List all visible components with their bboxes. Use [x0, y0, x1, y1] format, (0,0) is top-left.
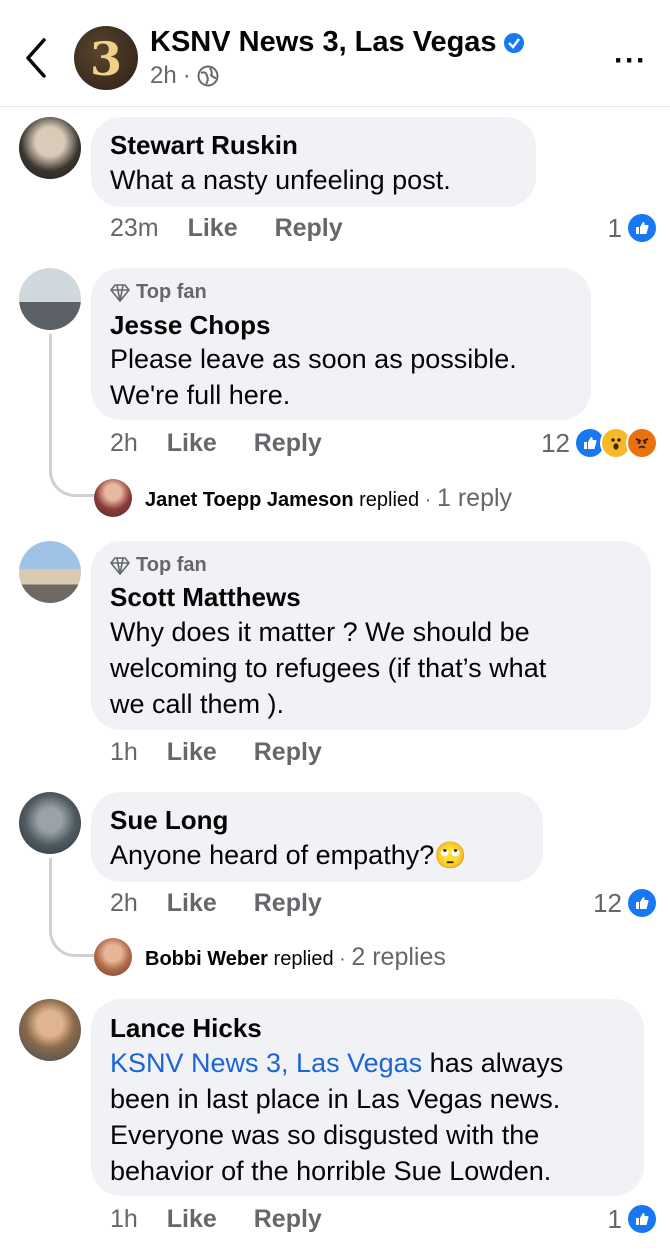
like-button[interactable]: Like — [167, 429, 217, 457]
comment-text: Please leave as soon as possible. — [110, 344, 517, 374]
reaction-summary[interactable]: 1 — [608, 1203, 658, 1235]
reply-button[interactable]: Reply — [254, 429, 322, 457]
comment-text: What a nasty unfeeling post. — [110, 165, 451, 195]
reaction-summary[interactable]: 1 — [608, 212, 658, 244]
meta-separator: · — [182, 62, 191, 89]
comment-time: 1h — [110, 738, 138, 766]
reaction-summary[interactable]: 12 — [541, 427, 658, 459]
reply-button[interactable]: Reply — [275, 214, 343, 242]
like-icon — [626, 887, 658, 919]
avatar[interactable] — [19, 117, 81, 179]
replies-separator: · — [339, 948, 346, 970]
comment-time: 2h — [110, 429, 138, 457]
reaction-count: 12 — [541, 427, 570, 458]
reply-author: Bobbi Weber — [145, 948, 268, 970]
top-fan-badge: Top fan — [110, 554, 207, 577]
more-options-button[interactable]: ··· — [614, 44, 647, 78]
eye-roll-emoji: 🙄 — [434, 840, 467, 870]
comment-text: we call them ). — [110, 689, 285, 719]
comment-time: 1h — [110, 1205, 138, 1233]
diamond-icon — [110, 556, 130, 575]
reply-button[interactable]: Reply — [254, 889, 322, 917]
avatar[interactable] — [19, 541, 81, 603]
comment-actions: 23m Like Reply — [110, 214, 343, 243]
diamond-icon — [110, 283, 130, 302]
like-icon — [626, 212, 658, 244]
comment-author[interactable]: Scott Matthews — [110, 582, 301, 613]
comment-actions: 1h Like Reply — [110, 1205, 322, 1234]
page-avatar[interactable]: 3 — [74, 26, 138, 90]
comment-text: We're full here. — [110, 380, 291, 410]
avatar[interactable] — [19, 999, 81, 1061]
avatar[interactable] — [19, 268, 81, 330]
comment-time: 23m — [110, 214, 159, 242]
reaction-count: 12 — [593, 887, 622, 918]
replied-label: replied — [273, 948, 334, 970]
comment-author[interactable]: Stewart Ruskin — [110, 130, 298, 161]
comment-actions: 1h Like Reply — [110, 738, 322, 767]
like-button[interactable]: Like — [167, 738, 217, 766]
reply-button[interactable]: Reply — [254, 738, 322, 766]
avatar[interactable] — [19, 792, 81, 854]
reaction-count: 1 — [607, 212, 622, 243]
replies-summary[interactable]: Bobbi Weber replied · 2 replies — [145, 943, 446, 972]
avatar[interactable] — [94, 938, 132, 976]
post-meta: 2h · — [150, 62, 219, 90]
replies-summary[interactable]: Janet Toepp Jameson replied · 1 reply — [145, 484, 512, 513]
angry-icon — [626, 427, 658, 459]
verified-badge-icon — [503, 33, 524, 54]
reply-author: Janet Toepp Jameson — [145, 489, 354, 511]
comment-author[interactable]: Lance Hicks — [110, 1013, 262, 1044]
comment-text: been in last place in Las Vegas news. — [110, 1084, 561, 1114]
avatar[interactable] — [94, 479, 132, 517]
comment-text: Why does it matter ? We should be — [110, 617, 530, 647]
comment-text: behavior of the horrible Sue Lowden. — [110, 1156, 552, 1186]
comment-author[interactable]: Sue Long — [110, 805, 228, 836]
like-button[interactable]: Like — [167, 1205, 217, 1233]
like-button[interactable]: Like — [167, 889, 217, 917]
reply-count: 1 reply — [436, 484, 513, 512]
back-arrow-icon[interactable] — [22, 36, 50, 80]
reaction-summary[interactable]: 12 — [593, 887, 658, 919]
thread-line — [49, 858, 96, 957]
thread-line — [49, 334, 96, 497]
post-time: 2h — [150, 62, 177, 89]
comment-author[interactable]: Jesse Chops — [110, 310, 270, 341]
top-fan-badge: Top fan — [110, 281, 207, 304]
post-header: 3 KSNV News 3, Las Vegas 2h · ··· — [0, 0, 670, 107]
reply-button[interactable]: Reply — [254, 1205, 322, 1233]
comment-text: Anyone heard of empathy?🙄 — [110, 840, 467, 870]
like-icon — [626, 1203, 658, 1235]
comment-actions: 2h Like Reply — [110, 889, 322, 918]
comment-actions: 2h Like Reply — [110, 429, 322, 458]
page-name[interactable]: KSNV News 3, Las Vegas — [150, 26, 525, 59]
comment-text: Everyone was so disgusted with the — [110, 1120, 540, 1150]
replies-separator: · — [424, 489, 432, 511]
comment-text: KSNV News 3, Las Vegas has always — [110, 1048, 564, 1078]
reaction-count: 1 — [607, 1203, 622, 1234]
page-mention-link[interactable]: KSNV News 3, Las Vegas — [110, 1048, 422, 1078]
reply-count: 2 replies — [351, 943, 446, 971]
comment-text: welcoming to refugees (if that’s what — [110, 653, 547, 683]
replied-label: replied — [359, 489, 420, 511]
like-button[interactable]: Like — [188, 214, 238, 242]
globe-icon — [197, 65, 219, 87]
page-avatar-logo: 3 — [89, 32, 122, 86]
comment-time: 2h — [110, 889, 138, 917]
